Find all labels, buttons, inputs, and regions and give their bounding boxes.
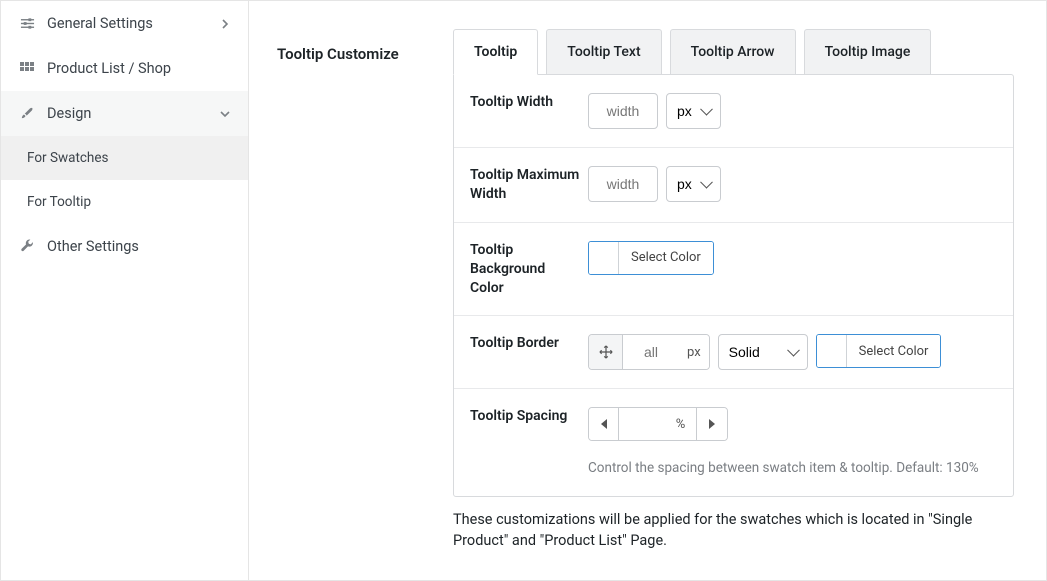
wrench-icon (19, 239, 35, 255)
border-all-input[interactable] (623, 335, 679, 369)
chevron-right-icon (220, 19, 230, 29)
border-unit: px (679, 335, 709, 369)
nav-label: General Settings (47, 15, 153, 32)
nav-label: Design (47, 105, 91, 122)
border-dimension-control: px (588, 334, 710, 370)
bg-color-picker[interactable]: Select Color (588, 241, 714, 275)
tabs: Tooltip Tooltip Text Tooltip Arrow Toolt… (453, 29, 1014, 75)
triangle-right-icon (709, 419, 715, 429)
nav-sub-for-swatches[interactable]: For Swatches (1, 136, 248, 180)
sliders-icon (19, 16, 35, 32)
field-help-text: Control the spacing between swatch item … (588, 459, 997, 478)
nav-product-list[interactable]: Product List / Shop (1, 46, 248, 91)
nav-sub-label: For Swatches (27, 150, 109, 166)
field-label: Tooltip Spacing (470, 407, 588, 478)
triangle-left-icon (601, 419, 607, 429)
nav-label: Product List / Shop (47, 60, 171, 77)
border-color-picker[interactable]: Select Color (816, 334, 942, 368)
color-picker-label: Select Color (619, 242, 713, 274)
increment-button[interactable] (697, 408, 727, 440)
color-swatch (589, 242, 619, 274)
spacing-value-input[interactable] (619, 408, 665, 440)
tab-tooltip-arrow[interactable]: Tooltip Arrow (670, 29, 796, 75)
field-label: Tooltip Border (470, 334, 588, 370)
tab-tooltip[interactable]: Tooltip (453, 29, 538, 75)
maxwidth-input[interactable] (588, 166, 658, 202)
field-tooltip-bg-color: Tooltip Background Color Select Color (454, 223, 1013, 317)
section-title: Tooltip Customize (277, 29, 453, 551)
nav-other-settings[interactable]: Other Settings (1, 224, 248, 269)
footnote: These customizations will be applied for… (453, 509, 1014, 551)
color-swatch (817, 335, 847, 367)
sidebar: General Settings Product List / Shop Des… (1, 1, 249, 580)
field-tooltip-spacing: Tooltip Spacing % Control the spacing be… (454, 389, 1013, 496)
tab-tooltip-image[interactable]: Tooltip Image (804, 29, 932, 75)
width-unit-select[interactable]: px (666, 93, 721, 129)
field-tooltip-width: Tooltip Width px (454, 75, 1013, 148)
move-icon (599, 345, 613, 359)
width-input[interactable] (588, 93, 658, 129)
tab-tooltip-text[interactable]: Tooltip Text (546, 29, 661, 75)
nav-design[interactable]: Design (1, 91, 248, 136)
field-label: Tooltip Background Color (470, 241, 588, 298)
brush-icon (19, 106, 35, 122)
maxwidth-unit-select[interactable]: px (666, 166, 721, 202)
nav-label: Other Settings (47, 238, 139, 255)
link-sides-button[interactable] (589, 335, 623, 369)
chevron-down-icon (220, 109, 230, 119)
nav-general-settings[interactable]: General Settings (1, 1, 248, 46)
nav-sub-for-tooltip[interactable]: For Tooltip (1, 180, 248, 224)
grid-icon (19, 61, 35, 77)
spacing-stepper: % (588, 407, 728, 441)
color-picker-label: Select Color (847, 335, 941, 367)
border-style-select[interactable]: Solid (718, 334, 808, 370)
nav-sub-label: For Tooltip (27, 194, 91, 210)
field-tooltip-border: Tooltip Border px Sol (454, 316, 1013, 389)
main-content: Tooltip Customize Tooltip Tooltip Text T… (249, 1, 1046, 580)
settings-panel: Tooltip Width px Tooltip Maximum Width (453, 74, 1014, 497)
field-label: Tooltip Maximum Width (470, 166, 588, 204)
spacing-unit: % (665, 408, 697, 440)
field-tooltip-max-width: Tooltip Maximum Width px (454, 148, 1013, 223)
field-label: Tooltip Width (470, 93, 588, 129)
decrement-button[interactable] (589, 408, 619, 440)
